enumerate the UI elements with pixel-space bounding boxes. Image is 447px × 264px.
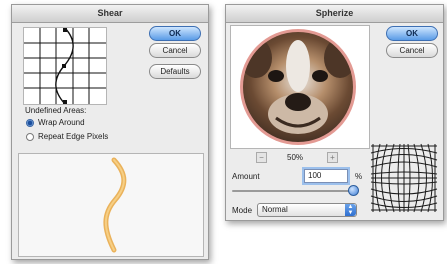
amount-slider-track[interactable] <box>232 190 357 192</box>
option-repeat-edge-pixels-label: Repeat Edge Pixels <box>38 132 109 141</box>
spherize-ok-button[interactable]: OK <box>386 26 438 41</box>
option-wrap-around-label: Wrap Around <box>38 118 85 127</box>
select-arrows-icon: ▲ ▼ <box>345 204 356 216</box>
spherize-title: Spherize <box>226 5 443 23</box>
shear-defaults-button[interactable]: Defaults <box>149 64 201 79</box>
mode-label: Mode <box>232 206 253 215</box>
spherize-grid-graphic <box>370 143 438 213</box>
shear-control-point[interactable] <box>63 28 67 32</box>
shear-cancel-button[interactable]: Cancel <box>149 43 201 58</box>
spherize-dialog: Spherize − 50% + OK Cancel Amount 100 % … <box>225 4 444 221</box>
zoom-level: 50% <box>287 153 304 162</box>
mode-select-value: Normal <box>262 205 288 214</box>
shear-control-point[interactable] <box>63 100 67 104</box>
spherize-grid-preview <box>369 142 439 214</box>
zoom-out-button[interactable]: − <box>256 152 267 163</box>
amount-input-value: 100 <box>308 171 322 180</box>
zoom-out-icon: − <box>259 153 264 162</box>
spherize-preview[interactable] <box>230 25 370 149</box>
amount-input[interactable]: 100 <box>304 169 348 183</box>
zoom-in-icon: + <box>330 153 335 162</box>
amount-unit: % <box>355 172 363 181</box>
radio-repeat-edge-pixels[interactable] <box>26 133 34 141</box>
zoom-in-button[interactable]: + <box>327 152 338 163</box>
amount-label: Amount <box>232 172 260 181</box>
shear-control-point[interactable] <box>62 64 66 68</box>
option-wrap-around[interactable]: Wrap Around <box>26 118 126 129</box>
shear-title: Shear <box>12 5 208 23</box>
shear-ok-button[interactable]: OK <box>149 26 201 41</box>
shear-dialog: Shear OK Cancel Defaults Undefined Areas… <box>11 4 209 260</box>
radio-wrap-around[interactable] <box>26 119 34 127</box>
shear-curve-grid[interactable] <box>23 27 107 105</box>
shear-preview <box>18 153 204 257</box>
option-repeat-edge-pixels[interactable]: Repeat Edge Pixels <box>26 132 136 143</box>
undefined-areas-label: Undefined Areas: <box>25 106 87 115</box>
shear-grid-graphic <box>24 27 106 105</box>
mode-select[interactable]: Normal ▲ ▼ <box>257 203 357 217</box>
spherize-cancel-button[interactable]: Cancel <box>386 43 438 58</box>
shear-preview-graphic <box>103 157 127 253</box>
spherize-preview-graphic <box>240 29 356 145</box>
amount-slider-thumb[interactable] <box>348 185 359 196</box>
